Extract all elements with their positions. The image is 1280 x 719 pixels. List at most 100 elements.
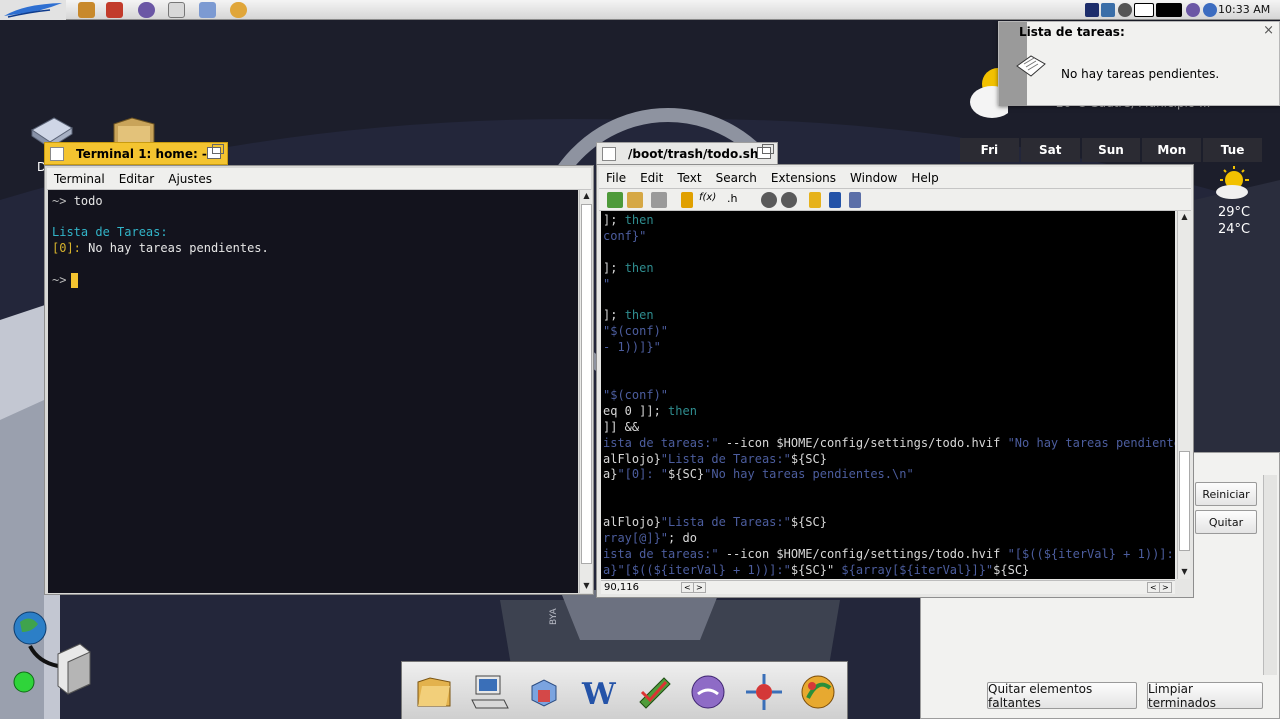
code-line: ]] && — [603, 419, 640, 434]
menu-text[interactable]: Text — [670, 171, 708, 185]
game-icon[interactable] — [798, 672, 838, 712]
terminal-command-line: ~> todo — [52, 194, 103, 208]
terminal-output[interactable]: ~> todo Lista de Tareas: [0]: No hay tar… — [48, 190, 578, 593]
menu-ajustes[interactable]: Ajustes — [161, 172, 219, 186]
terminal-window-title: Terminal 1: home: -- — [76, 146, 212, 161]
menu-help[interactable]: Help — [904, 171, 945, 185]
scroll-thumb[interactable] — [1179, 451, 1190, 551]
paint-icon[interactable] — [230, 2, 247, 18]
forecast-day-sun: Sun — [1081, 138, 1141, 162]
code-line: ]; then — [603, 213, 654, 227]
terminal-task-line: [0]: No hay tareas pendientes. — [52, 241, 269, 255]
code-line: rray[@]}"; do — [603, 531, 697, 545]
volume-icon[interactable] — [1118, 3, 1132, 17]
computer-icon[interactable] — [470, 672, 510, 712]
editor-zoom-button[interactable] — [757, 144, 774, 159]
code-line: - 1))]}" — [603, 340, 661, 355]
forecast-low-temp: 24°C — [1218, 222, 1251, 237]
editor-menubar: File Edit Text Search Extensions Window … — [599, 167, 1191, 189]
redacted-tray-item-2 — [1156, 3, 1182, 17]
terminal-window-tab[interactable]: Terminal 1: home: -- — [44, 142, 228, 165]
network-status-icon[interactable] — [1101, 3, 1115, 17]
stylededit-icon[interactable] — [106, 2, 123, 18]
person-icon[interactable] — [829, 192, 841, 208]
webpositive-icon[interactable] — [138, 2, 155, 18]
forecast-day-mon: Mon — [1142, 138, 1202, 162]
cursor-position: 90,116 — [604, 582, 639, 593]
code-line: conf}" — [603, 228, 647, 243]
code-line: " — [603, 276, 611, 291]
remove-missing-button[interactable]: Quitar elementos faltantes — [987, 682, 1137, 710]
network-icon[interactable] — [744, 672, 784, 712]
dialog-scrollbar[interactable] — [1263, 475, 1277, 675]
terminal-scroll-thumb[interactable] — [581, 204, 592, 564]
network-globe-icon[interactable] — [8, 610, 98, 700]
webpositive-tray-icon[interactable] — [1186, 3, 1200, 17]
vision-icon[interactable] — [688, 672, 728, 712]
quit-button[interactable]: Quitar — [1195, 510, 1257, 534]
function-popup-button[interactable]: f(x) — [699, 192, 725, 208]
restart-button[interactable]: Reiniciar — [1195, 482, 1257, 506]
notebook-icon — [1016, 55, 1046, 77]
code-line: ista de tareas:" --icon $HOME/config/set… — [603, 546, 1174, 561]
scroll-down-arrow-icon[interactable]: ▼ — [1179, 567, 1190, 578]
code-line: alFlojo}"Lista de Tareas:"${SC} — [603, 451, 827, 466]
cube-icon[interactable] — [524, 672, 564, 712]
check-icon[interactable] — [681, 192, 693, 208]
editor-window-tab[interactable]: /boot/trash/todo.sh — [596, 142, 778, 165]
weather-forecast-header: Fri Sat Sun Mon Tue — [960, 138, 1262, 162]
menu-editar[interactable]: Editar — [112, 172, 162, 186]
terminal-scroll-down-icon[interactable]: ▼ — [581, 581, 592, 592]
save-icon[interactable] — [651, 192, 667, 208]
columns-icon[interactable] — [849, 192, 861, 208]
editor-status-bar: 90,116 < > < > — [601, 580, 1175, 594]
open-folder-icon[interactable] — [627, 192, 643, 208]
notification-close-button[interactable]: × — [1263, 23, 1274, 38]
tools-icon[interactable] — [199, 2, 216, 18]
editor-vertical-scrollbar[interactable]: ▲ ▼ — [1177, 211, 1190, 579]
pencil-icon[interactable] — [809, 192, 821, 208]
code-line: eq 0 ]]; then — [603, 403, 697, 418]
header-popup-button[interactable]: .h — [727, 192, 747, 208]
notification-title: Lista de tareas: — [1019, 25, 1125, 39]
code-line: a}"[$((${iterVal} + 1))]:"${SC}" ${array… — [603, 562, 1030, 577]
terminal-close-box[interactable] — [50, 146, 64, 161]
new-document-icon[interactable] — [607, 192, 623, 208]
terminal-zoom-button[interactable] — [207, 144, 224, 159]
pencil-check-icon[interactable] — [634, 672, 674, 712]
forecast-day-tue: Tue — [1203, 138, 1262, 162]
svg-text:BYA: BYA — [549, 608, 559, 625]
scroll-left-arrow-end-icon[interactable]: < — [1147, 582, 1160, 593]
wonderbrush-icon[interactable]: W — [578, 672, 618, 712]
menu-edit[interactable]: Edit — [633, 171, 670, 185]
scroll-right-arrow-icon[interactable]: > — [693, 582, 706, 593]
menu-window[interactable]: Window — [843, 171, 904, 185]
clear-finished-button[interactable]: Limpiar terminados — [1147, 682, 1263, 710]
tracker-icon[interactable] — [78, 2, 95, 18]
redacted-tray-item — [1134, 3, 1154, 17]
terminal-window: Terminal Editar Ajustes ~> todo Lista de… — [44, 165, 594, 595]
code-line: ]; then — [603, 260, 654, 275]
terminal-vertical-scrollbar[interactable]: ▲ ▼ — [579, 190, 592, 593]
editor-close-box[interactable] — [602, 146, 616, 161]
deskbar-leaf-icon[interactable] — [0, 0, 66, 20]
scroll-left-arrow-icon[interactable]: < — [681, 582, 694, 593]
menu-extensions[interactable]: Extensions — [764, 171, 843, 185]
search-next-icon[interactable] — [781, 192, 797, 208]
menu-terminal[interactable]: Terminal — [47, 172, 112, 186]
clock[interactable]: 10:33 AM — [1218, 3, 1270, 16]
editor-code-area[interactable]: ]; then conf}"]; then "]; then "$(conf)" - 1… — [601, 211, 1175, 579]
globe-tray-icon[interactable] — [1203, 3, 1217, 17]
scroll-up-arrow-icon[interactable]: ▲ — [1179, 212, 1190, 223]
terminal-scroll-up-icon[interactable]: ▲ — [581, 191, 592, 202]
forecast-day-sat: Sat — [1020, 138, 1080, 162]
folder-icon[interactable] — [414, 672, 454, 712]
printer-icon[interactable] — [168, 2, 185, 18]
partly-sunny-icon — [1216, 166, 1249, 199]
forecast-day-fri: Fri — [960, 138, 1019, 162]
menu-file[interactable]: File — [599, 171, 633, 185]
cpu-monitor-icon[interactable] — [1085, 3, 1099, 17]
scroll-right-arrow-end-icon[interactable]: > — [1159, 582, 1172, 593]
search-icon[interactable] — [761, 192, 777, 208]
menu-search[interactable]: Search — [709, 171, 764, 185]
